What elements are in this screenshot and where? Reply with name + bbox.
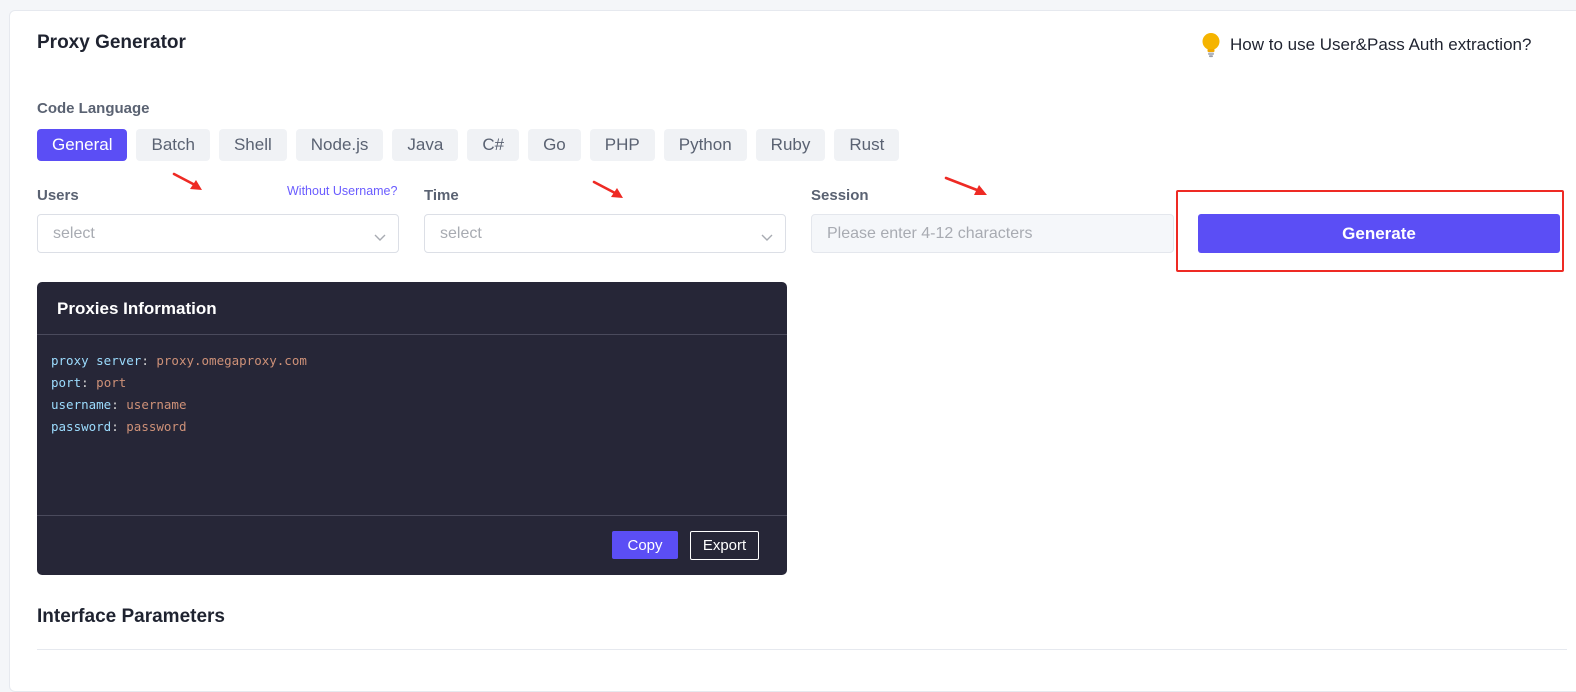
help-link[interactable]: How to use User&Pass Auth extraction? (1200, 32, 1531, 58)
chevron-down-icon (761, 229, 773, 247)
code-value: password (126, 419, 187, 434)
code-key: proxy server (51, 353, 142, 368)
copy-button[interactable]: Copy (612, 531, 678, 559)
chevron-down-icon (374, 229, 386, 247)
session-label: Session (811, 187, 869, 204)
code-line: proxy server: proxy.omegaproxy.com (51, 350, 307, 372)
users-label: Users (37, 187, 79, 204)
panel-divider (37, 515, 787, 516)
proxies-information-title: Proxies Information (57, 299, 217, 318)
code-value: port (96, 375, 127, 390)
tab-ruby[interactable]: Ruby (755, 129, 826, 161)
help-link-label: How to use User&Pass Auth extraction? (1230, 35, 1532, 54)
without-username-link[interactable]: Without Username? (287, 184, 397, 198)
code-line: port: port (51, 372, 307, 394)
tab-go[interactable]: Go (528, 129, 581, 161)
tab-python[interactable]: Python (663, 129, 747, 161)
export-button[interactable]: Export (690, 531, 759, 560)
tab-c[interactable]: C# (467, 129, 520, 161)
annotation-arrow-icon (172, 172, 202, 190)
tab-batch[interactable]: Batch (136, 129, 210, 161)
tab-php[interactable]: PHP (589, 129, 655, 161)
time-label: Time (424, 187, 459, 204)
panel-divider (37, 334, 787, 335)
session-input[interactable] (811, 214, 1174, 253)
time-select-placeholder: select (440, 225, 482, 242)
tab-java[interactable]: Java (392, 129, 459, 161)
tab-rust[interactable]: Rust (834, 129, 900, 161)
proxy-code-block: proxy server: proxy.omegaproxy.com port: … (51, 350, 307, 438)
page-title: Proxy Generator (37, 32, 186, 53)
code-line: username: username (51, 394, 307, 416)
code-key: port (51, 375, 82, 390)
code-separator: : (141, 353, 157, 368)
code-value: proxy.omegaproxy.com (156, 353, 307, 368)
code-value: username (126, 397, 187, 412)
section-divider (37, 649, 1567, 650)
annotation-arrow-icon (592, 180, 623, 198)
users-select-placeholder: select (53, 225, 95, 242)
code-key: username (51, 397, 112, 412)
lightbulb-icon (1200, 32, 1222, 58)
tab-general[interactable]: General (37, 129, 128, 161)
tab-shell[interactable]: Shell (218, 129, 287, 161)
code-language-tabs: General Batch Shell Node.js Java C# Go PHP Pytho… (37, 129, 900, 161)
proxies-information-panel: Proxies Information proxy server: proxy.… (37, 282, 787, 575)
generate-button[interactable]: Generate (1198, 214, 1560, 253)
code-language-label: Code Language (37, 100, 150, 117)
code-separator: : (111, 419, 127, 434)
tab-node-js[interactable]: Node.js (295, 129, 384, 161)
annotation-arrow-icon (944, 176, 987, 195)
code-key: password (51, 419, 112, 434)
users-select[interactable]: select (37, 214, 399, 253)
time-select[interactable]: select (424, 214, 786, 253)
code-line: password: password (51, 416, 307, 438)
interface-parameters-title: Interface Parameters (37, 606, 225, 627)
code-separator: : (81, 375, 97, 390)
code-separator: : (111, 397, 127, 412)
